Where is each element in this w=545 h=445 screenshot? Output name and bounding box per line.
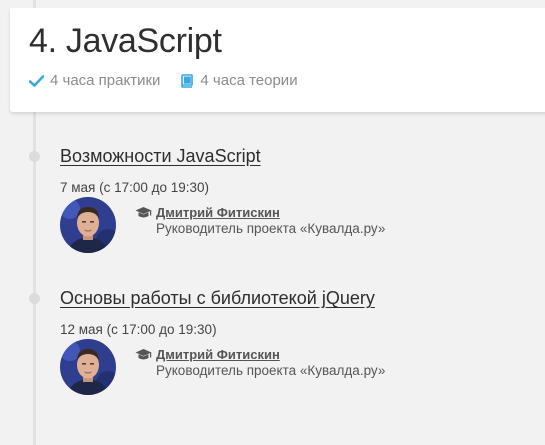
teacher-name-link[interactable]: Дмитрий Фитискин bbox=[156, 347, 280, 362]
module-header-card: 4. JavaScript 4 часа практики 4 часа тео… bbox=[10, 8, 545, 112]
lesson-title-link[interactable]: Основы работы с библиотекой jQuery bbox=[60, 288, 375, 309]
lesson-title-link[interactable]: Возможности JavaScript bbox=[60, 146, 261, 167]
timeline-dot bbox=[29, 151, 40, 162]
teacher-role: Руководитель проекта «Кувалда.ру» bbox=[156, 221, 386, 236]
practice-hours: 4 часа практики bbox=[29, 72, 160, 89]
graduation-cap-icon bbox=[135, 206, 152, 225]
module-title: 4. JavaScript bbox=[29, 22, 222, 60]
checkmark-icon bbox=[29, 74, 44, 87]
lesson-date: 12 мая (с 17:00 до 19:30) bbox=[60, 322, 217, 337]
practice-hours-label: 4 часа практики bbox=[50, 72, 161, 89]
book-icon bbox=[180, 73, 194, 88]
lesson-date: 7 мая (с 17:00 до 19:30) bbox=[60, 180, 210, 195]
module-meta: 4 часа практики 4 часа теории bbox=[29, 72, 298, 89]
timeline-dot bbox=[29, 293, 40, 304]
teacher-role: Руководитель проекта «Кувалда.ру» bbox=[156, 363, 386, 378]
theory-hours-label: 4 часа теории bbox=[200, 72, 298, 89]
graduation-cap-icon bbox=[135, 348, 152, 367]
theory-hours: 4 часа теории bbox=[180, 72, 298, 89]
teacher-name-link[interactable]: Дмитрий Фитискин bbox=[156, 205, 280, 220]
teacher-avatar bbox=[60, 197, 116, 253]
teacher-avatar bbox=[60, 339, 116, 395]
